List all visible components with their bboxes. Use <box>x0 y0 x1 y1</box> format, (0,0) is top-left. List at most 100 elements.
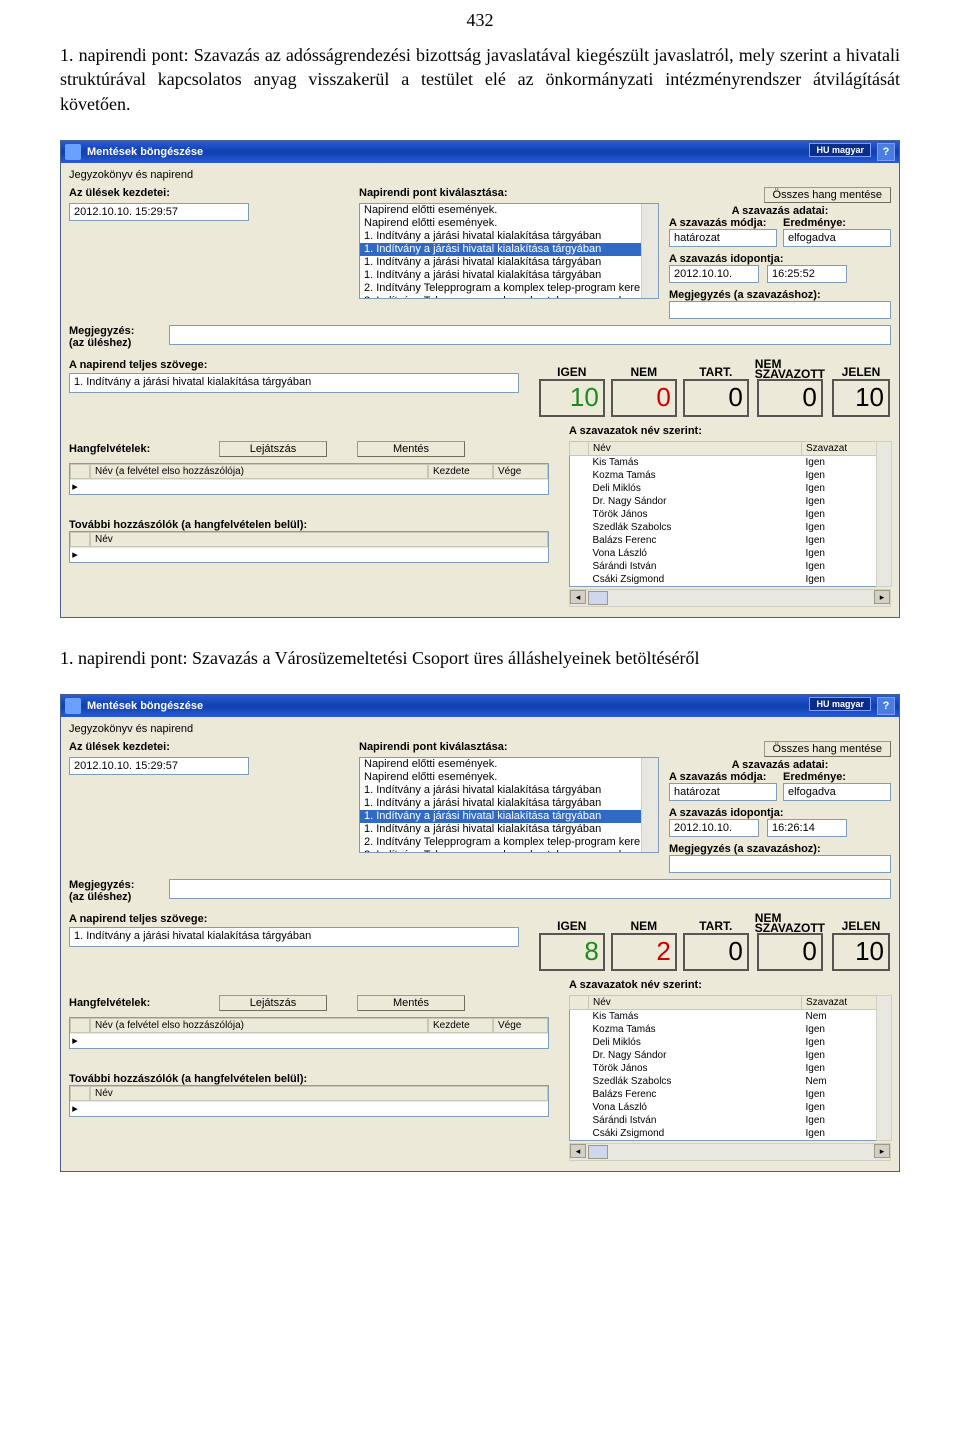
recordings-table[interactable]: Név (a felvétel elso hozzászólója) Kezde… <box>69 1017 549 1049</box>
nem-header: NEM <box>630 365 657 379</box>
voters-scrollbar-h[interactable]: ◂ ▸ <box>569 589 891 607</box>
save-button[interactable]: Mentés <box>357 995 465 1011</box>
listbox-scrollbar[interactable] <box>641 758 658 852</box>
recordings-table[interactable]: Név (a felvétel elso hozzászólója) Kezde… <box>69 463 549 495</box>
subtitle: Jegyzokönyv és napirend <box>69 169 891 181</box>
session-datetime-input[interactable]: 2012.10.10. 15:29:57 <box>69 757 249 775</box>
window-title: Mentések böngészése <box>87 146 203 158</box>
agenda-item[interactable]: 1. Indítvány a járási hivatal kialakítás… <box>360 797 658 810</box>
listbox-scrollbar[interactable] <box>641 204 658 298</box>
vote-result-input[interactable]: elfogadva <box>783 783 891 801</box>
voter-row: Kis TamásIgen <box>570 455 891 469</box>
vote-time-label: A szavazás idopontja: <box>669 807 891 819</box>
row-marker-icon: ▸ <box>70 548 80 561</box>
voter-row: Török JánosIgen <box>570 508 891 521</box>
session-datetime-input[interactable]: 2012.10.10. 15:29:57 <box>69 203 249 221</box>
voters-scrollbar-h[interactable]: ◂ ▸ <box>569 1143 891 1161</box>
jelen-count: 10 <box>832 379 890 417</box>
voter-row: Csáki ZsigmondIgen <box>570 573 891 587</box>
scroll-left-icon[interactable]: ◂ <box>570 590 586 604</box>
save-button[interactable]: Mentés <box>357 441 465 457</box>
scroll-thumb[interactable] <box>588 591 608 605</box>
scroll-thumb[interactable] <box>588 1145 608 1159</box>
play-button[interactable]: Lejátszás <box>219 441 327 457</box>
voters-table-wrapper: NévSzavazat Kis TamásNemKozma TamásIgenD… <box>569 995 891 1141</box>
vote-note-input[interactable] <box>669 301 891 319</box>
tart-header: TART. <box>699 365 732 379</box>
agenda-item[interactable]: Napirend előtti események. <box>360 217 658 230</box>
agenda-item[interactable]: Napirend előtti események. <box>360 204 658 217</box>
window-titlebar: Mentések böngészése HU magyar ? <box>61 141 899 163</box>
voter-row: Kozma TamásIgen <box>570 1023 891 1036</box>
fulltext-label: A napirend teljes szövege: <box>69 359 519 371</box>
agenda-item[interactable]: 1. Indítvány a járási hivatal kialakítás… <box>360 256 658 269</box>
session-note-input[interactable] <box>169 325 891 345</box>
rec-end-header: Vége <box>493 464 548 479</box>
fulltext-input[interactable]: 1. Indítvány a járási hivatal kialakítás… <box>69 927 519 947</box>
igen-header: IGEN <box>557 919 586 933</box>
paragraph-1: 1. napirendi pont: Szavazás az adósságre… <box>60 43 900 116</box>
session-note-input[interactable] <box>169 879 891 899</box>
voters-scrollbar-v[interactable] <box>876 995 892 1141</box>
vote-note-input[interactable] <box>669 855 891 873</box>
speakers-table[interactable]: Név ▸ <box>69 531 549 563</box>
voters-table[interactable]: NévSzavazat Kis TamásIgenKozma TamásIgen… <box>569 441 891 587</box>
voters-scrollbar-v[interactable] <box>876 441 892 587</box>
igen-header: IGEN <box>557 365 586 379</box>
vote-mode-input[interactable]: határozat <box>669 783 777 801</box>
jelen-header: JELEN <box>842 919 881 933</box>
app-window-1: Mentések böngészése HU magyar ? Jegyzokö… <box>60 140 900 618</box>
help-button[interactable]: ? <box>877 143 895 161</box>
vote-result-input[interactable]: elfogadva <box>783 229 891 247</box>
voters-name-header: Név <box>589 441 802 455</box>
agenda-item[interactable]: 1. Indítvány a járási hivatal kialakítás… <box>360 243 658 256</box>
row-marker-icon: ▸ <box>70 1034 80 1047</box>
app-icon <box>65 144 81 160</box>
fulltext-input[interactable]: 1. Indítvány a járási hivatal kialakítás… <box>69 373 519 393</box>
agenda-listbox[interactable]: Napirend előtti események.Napirend előtt… <box>359 757 659 853</box>
agenda-item[interactable]: 1. Indítvány a járási hivatal kialakítás… <box>360 784 658 797</box>
speakers-name-header: Név <box>90 1086 548 1101</box>
vote-result-label: Eredménye: <box>783 217 891 229</box>
save-all-button[interactable]: Összes hang mentése <box>764 187 891 203</box>
subtitle: Jegyzokönyv és napirend <box>69 723 891 735</box>
nemszavazott-count: 0 <box>757 379 823 417</box>
save-all-button[interactable]: Összes hang mentése <box>764 741 891 757</box>
rec-start-header: Kezdete <box>428 1018 493 1033</box>
agenda-item[interactable]: 2. Indítvány Telepprogram a komplex tele… <box>360 849 658 853</box>
agenda-item[interactable]: 2. Indítvány Telepprogram a komplex tele… <box>360 295 658 299</box>
agenda-item[interactable]: 1. Indítvány a járási hivatal kialakítás… <box>360 230 658 243</box>
speakers-table[interactable]: Név ▸ <box>69 1085 549 1117</box>
page-number: 432 <box>60 10 900 31</box>
vote-date-input[interactable]: 2012.10.10. <box>669 819 759 837</box>
window-titlebar: Mentések böngészése HU magyar ? <box>61 695 899 717</box>
language-indicator[interactable]: HU magyar <box>809 143 871 157</box>
agenda-listbox[interactable]: Napirend előtti események.Napirend előtt… <box>359 203 659 299</box>
paragraph-2: 1. napirendi pont: Szavazás a Városüzeme… <box>60 646 900 670</box>
vote-time-input[interactable]: 16:25:52 <box>767 265 847 283</box>
session-note-label-2: (az üléshez) <box>69 337 169 349</box>
agenda-item[interactable]: 1. Indítvány a járási hivatal kialakítás… <box>360 810 658 823</box>
scroll-right-icon[interactable]: ▸ <box>874 590 890 604</box>
agenda-item[interactable]: Napirend előtti események. <box>360 771 658 784</box>
play-button[interactable]: Lejátszás <box>219 995 327 1011</box>
vote-time-input[interactable]: 16:26:14 <box>767 819 847 837</box>
audio-label: Hangfelvételek: <box>69 997 219 1009</box>
help-button[interactable]: ? <box>877 697 895 715</box>
voters-table[interactable]: NévSzavazat Kis TamásNemKozma TamásIgenD… <box>569 995 891 1141</box>
agenda-item[interactable]: 1. Indítvány a járási hivatal kialakítás… <box>360 269 658 282</box>
vote-date-input[interactable]: 2012.10.10. <box>669 265 759 283</box>
agenda-item[interactable]: 2. Indítvány Telepprogram a komplex tele… <box>360 282 658 295</box>
voter-row: Kis TamásNem <box>570 1010 891 1024</box>
agenda-item[interactable]: 1. Indítvány a járási hivatal kialakítás… <box>360 823 658 836</box>
agenda-item[interactable]: Napirend előtti események. <box>360 758 658 771</box>
voters-table-wrapper: NévSzavazat Kis TamásIgenKozma TamásIgen… <box>569 441 891 587</box>
agenda-item[interactable]: 2. Indítvány Telepprogram a komplex tele… <box>360 836 658 849</box>
row-marker-icon: ▸ <box>70 480 80 493</box>
vote-mode-input[interactable]: határozat <box>669 229 777 247</box>
scroll-left-icon[interactable]: ◂ <box>570 1144 586 1158</box>
voter-row: Vona LászlóIgen <box>570 1101 891 1114</box>
nemszavazott-header: NEMSZAVAZOTT <box>755 359 825 379</box>
scroll-right-icon[interactable]: ▸ <box>874 1144 890 1158</box>
language-indicator[interactable]: HU magyar <box>809 697 871 711</box>
